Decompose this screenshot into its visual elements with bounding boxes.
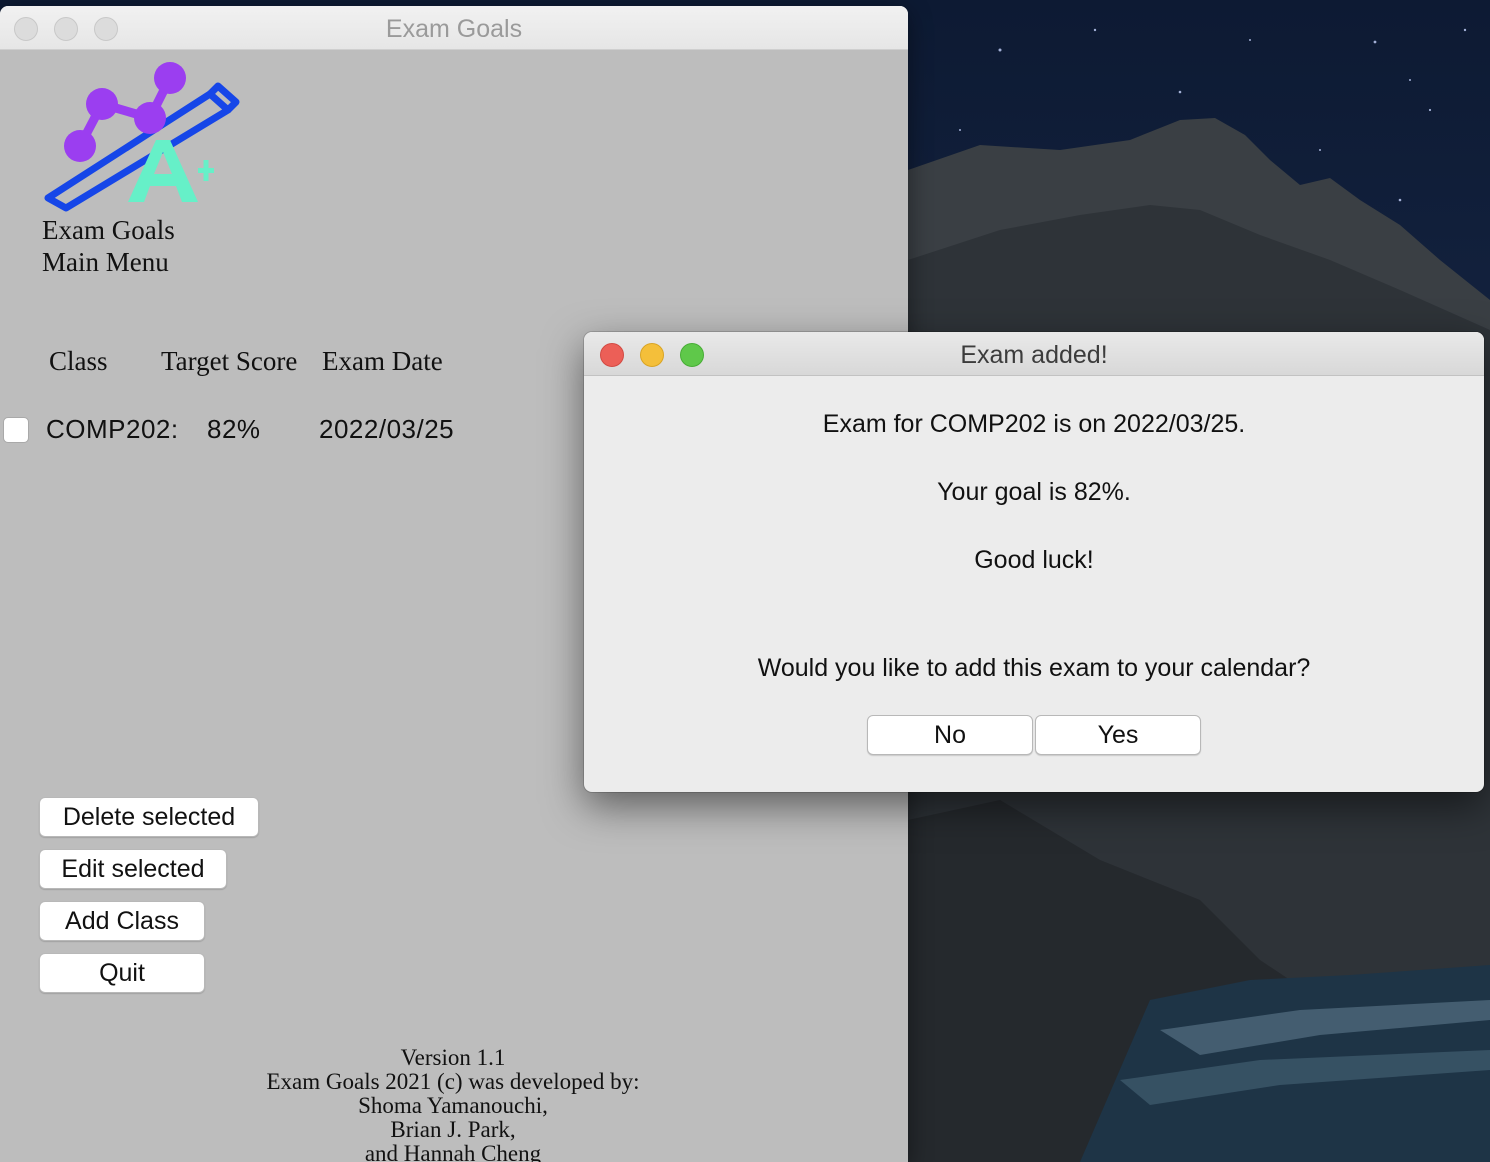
yes-button[interactable]: Yes xyxy=(1035,715,1201,755)
credits-author: Brian J. Park, xyxy=(390,1117,516,1142)
exam-added-dialog: Exam added! Exam for COMP202 is on 2022/… xyxy=(584,332,1484,792)
credits-version: Version 1.1 xyxy=(400,1045,506,1070)
app-logo-icon xyxy=(44,62,240,212)
dialog-title: Exam added! xyxy=(960,341,1108,369)
credits-author: and Hannah Cheng xyxy=(364,1141,542,1162)
row-exam-date: 2022/03/25 xyxy=(319,414,455,444)
credits-author: Shoma Yamanouchi, xyxy=(358,1093,548,1118)
dialog-calendar-question: Would you like to add this exam to your … xyxy=(757,654,1311,682)
credits: Version 1.1 Exam Goals 2021 (c) was deve… xyxy=(0,1046,906,1162)
dialog-good-luck: Good luck! xyxy=(974,546,1094,574)
row-checkbox[interactable] xyxy=(3,417,29,443)
add-class-button[interactable]: Add Class xyxy=(39,901,205,941)
quit-button[interactable]: Quit xyxy=(39,953,205,993)
main-titlebar[interactable]: Exam Goals xyxy=(0,6,908,50)
app-name-label: Exam Goals xyxy=(42,215,175,245)
edit-selected-button[interactable]: Edit selected xyxy=(39,849,227,889)
menu-name-label: Main Menu xyxy=(42,247,169,277)
credits-line: Exam Goals 2021 (c) was developed by: xyxy=(266,1069,640,1094)
column-header-class: Class xyxy=(49,346,108,376)
row-class: COMP202: xyxy=(46,414,179,444)
column-header-target-score: Target Score xyxy=(161,346,298,376)
delete-selected-button[interactable]: Delete selected xyxy=(39,797,259,837)
no-button[interactable]: No xyxy=(867,715,1033,755)
dialog-goal-info: Your goal is 82%. xyxy=(937,478,1131,506)
main-window-title: Exam Goals xyxy=(385,15,523,43)
row-target-score: 82% xyxy=(207,414,261,444)
dialog-exam-info: Exam for COMP202 is on 2022/03/25. xyxy=(822,410,1246,438)
dialog-titlebar[interactable]: Exam added! xyxy=(584,332,1484,376)
column-header-exam-date: Exam Date xyxy=(322,346,443,376)
